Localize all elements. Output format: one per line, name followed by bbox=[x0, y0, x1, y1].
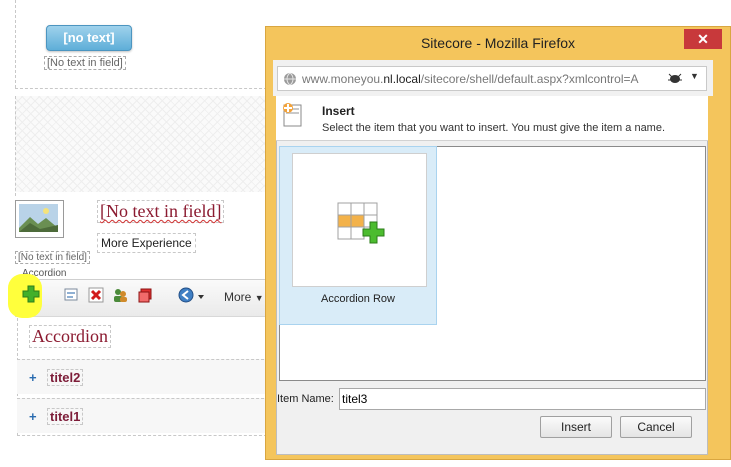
no-text-button[interactable]: [no text] bbox=[46, 25, 132, 51]
close-button[interactable]: ✕ bbox=[684, 29, 722, 49]
expand-plus-icon[interactable]: + bbox=[29, 409, 37, 424]
accordion-title[interactable]: Accordion bbox=[29, 325, 111, 348]
accordion-row-icon bbox=[337, 202, 385, 244]
bug-icon[interactable] bbox=[667, 71, 683, 88]
placeholder-border bbox=[15, 0, 16, 88]
placeholder-border bbox=[15, 88, 267, 89]
chevron-down-icon: ▼ bbox=[254, 293, 264, 303]
image-field[interactable] bbox=[15, 200, 64, 238]
cancel-button[interactable]: Cancel bbox=[620, 416, 692, 438]
item-name-label: Item Name: bbox=[277, 393, 334, 405]
url-domain: nl.local bbox=[383, 72, 421, 86]
item-label: Accordion Row bbox=[321, 293, 395, 305]
dropdown-chevron-icon[interactable]: ▼ bbox=[690, 71, 699, 81]
accordion-border bbox=[17, 435, 267, 436]
accordion-row-title[interactable]: titel2 bbox=[47, 369, 84, 386]
placeholder-border bbox=[15, 96, 16, 196]
delete-icon[interactable] bbox=[88, 287, 104, 306]
image-placeholder[interactable]: [No text in field] bbox=[15, 251, 90, 264]
select-item-icon[interactable] bbox=[64, 288, 80, 305]
item-preview bbox=[292, 153, 427, 287]
insert-button[interactable]: Insert bbox=[540, 416, 612, 438]
accordion-row[interactable]: + titel2 bbox=[17, 359, 279, 394]
accordion-row-title[interactable]: titel1 bbox=[47, 408, 84, 425]
accordion-row[interactable]: + titel1 bbox=[17, 398, 279, 433]
top-field-placeholder[interactable]: [No text in field] bbox=[44, 56, 126, 70]
more-menu[interactable]: More ▼ bbox=[224, 290, 269, 304]
users-icon[interactable] bbox=[112, 287, 128, 306]
url-path: /sitecore/shell/default.aspx?xmlcontrol=… bbox=[420, 72, 639, 86]
insert-icon bbox=[282, 102, 304, 131]
url-prefix: www.moneyou. bbox=[302, 72, 384, 86]
close-icon: ✕ bbox=[697, 31, 709, 47]
dialog-header: Insert Select the item that you want to … bbox=[276, 96, 708, 141]
heading-placeholder[interactable]: [No text in field] bbox=[97, 200, 225, 223]
expand-plus-icon[interactable]: + bbox=[29, 370, 37, 385]
url-text: www.moneyou.nl.local/sitecore/shell/defa… bbox=[302, 72, 647, 86]
empty-placeholder-area bbox=[15, 96, 267, 192]
layout-icon[interactable] bbox=[137, 287, 153, 306]
list-item-accordion-row[interactable]: Accordion Row bbox=[279, 146, 437, 325]
more-label: More bbox=[224, 290, 252, 304]
item-name-input[interactable] bbox=[339, 388, 706, 410]
dialog-heading: Insert bbox=[322, 104, 355, 118]
window-title: Sitecore - Mozilla Firefox bbox=[420, 35, 576, 51]
dialog-description: Select the item that you want to insert.… bbox=[322, 122, 666, 134]
navigate-icon[interactable] bbox=[178, 287, 204, 306]
url-bar[interactable]: www.moneyou.nl.local/sitecore/shell/defa… bbox=[277, 66, 707, 91]
landscape-image-icon bbox=[19, 204, 58, 232]
globe-icon bbox=[283, 72, 297, 89]
insert-plus-icon[interactable] bbox=[22, 285, 40, 306]
more-experience-link[interactable]: More Experience bbox=[97, 233, 196, 253]
